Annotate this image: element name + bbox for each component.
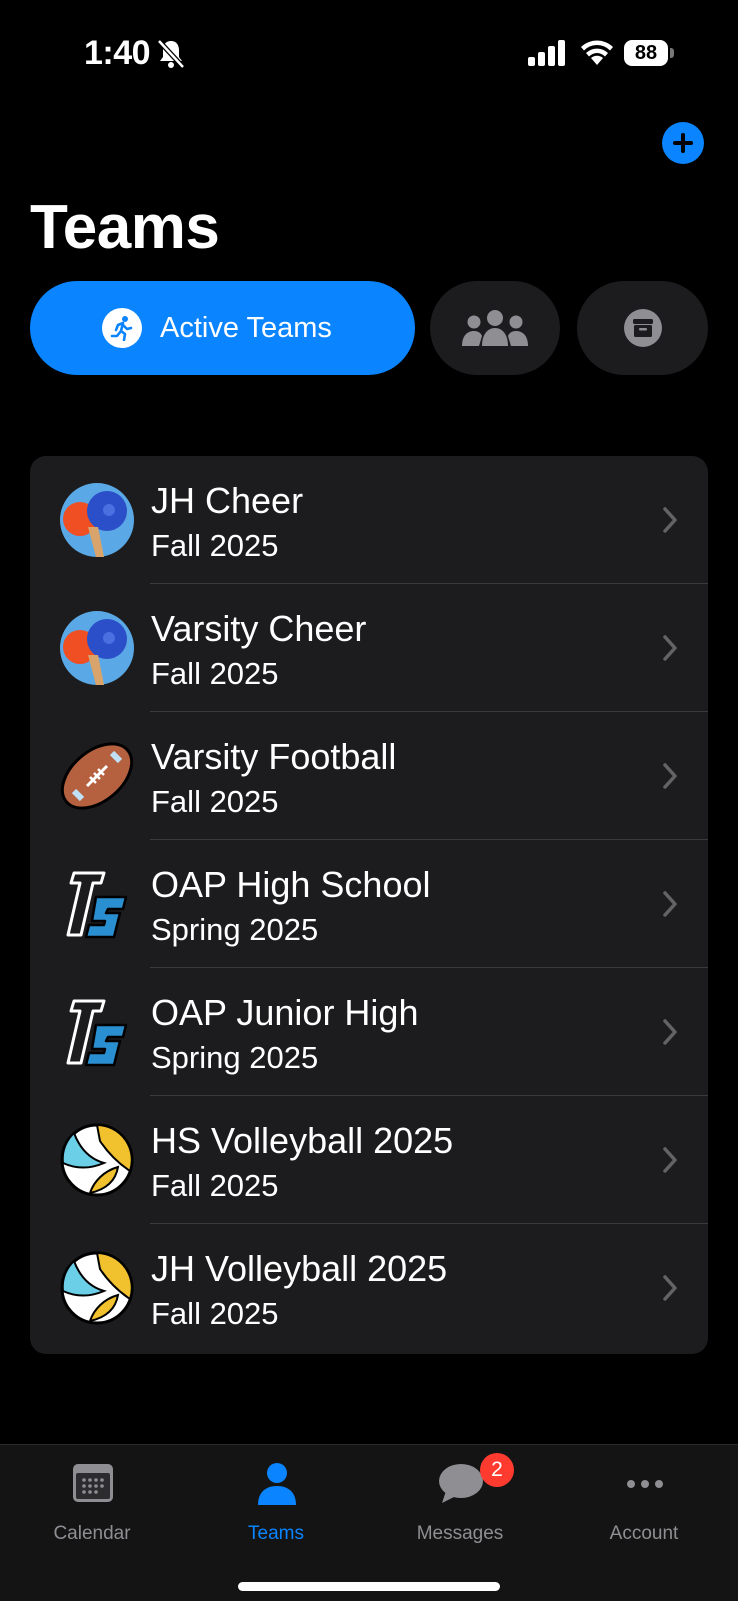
team-row-oap-junior-high[interactable]: OAP Junior High Spring 2025 bbox=[30, 968, 708, 1096]
active-teams-label: Active Teams bbox=[160, 311, 332, 344]
wifi-icon bbox=[581, 40, 613, 65]
team-season: Fall 2025 bbox=[151, 1168, 279, 1203]
team-season: Fall 2025 bbox=[151, 656, 279, 691]
archived-teams-filter-button[interactable] bbox=[577, 281, 708, 375]
team-name: JH Volleyball 2025 bbox=[151, 1248, 448, 1289]
tab-teams-label: Teams bbox=[248, 1523, 304, 1544]
football-icon bbox=[60, 742, 134, 810]
tab-messages[interactable]: Messages bbox=[368, 1445, 552, 1555]
team-name: JH Cheer bbox=[151, 480, 304, 521]
team-list: JH Cheer Fall 2025 Varsity Cheer Fall 20… bbox=[30, 456, 708, 1354]
team-season: Spring 2025 bbox=[151, 912, 319, 947]
ts-logo-icon bbox=[66, 999, 128, 1067]
team-season: Fall 2025 bbox=[151, 1296, 279, 1331]
page-title: Teams bbox=[30, 193, 220, 262]
chevron-right-icon bbox=[663, 635, 677, 661]
team-row-hs-volleyball[interactable]: HS Volleyball 2025 Fall 2025 bbox=[30, 1096, 708, 1224]
battery-indicator: 88 bbox=[624, 40, 676, 68]
person-icon bbox=[258, 1463, 296, 1505]
chevron-right-icon bbox=[663, 1019, 677, 1045]
tab-calendar[interactable]: Calendar bbox=[0, 1445, 184, 1555]
team-season: Spring 2025 bbox=[151, 1040, 319, 1075]
tab-bar: Calendar Teams Messages Account 2 bbox=[0, 1444, 738, 1601]
running-person-icon-badge bbox=[102, 308, 142, 348]
team-row-varsity-football[interactable]: Varsity Football Fall 2025 bbox=[30, 712, 708, 840]
add-team-button[interactable] bbox=[662, 122, 704, 164]
volleyball-icon bbox=[60, 1123, 134, 1197]
team-name: Varsity Cheer bbox=[151, 608, 367, 649]
team-row-varsity-cheer[interactable]: Varsity Cheer Fall 2025 bbox=[30, 584, 708, 712]
more-dots-icon bbox=[627, 1480, 663, 1488]
battery-level: 88 bbox=[624, 40, 668, 66]
team-row-jh-cheer[interactable]: JH Cheer Fall 2025 bbox=[30, 456, 708, 584]
group-teams-filter-button[interactable] bbox=[430, 281, 560, 375]
people-group-icon bbox=[462, 310, 528, 346]
cheer-pompom-icon bbox=[60, 611, 134, 685]
status-bar: 1:40 88 bbox=[0, 0, 738, 110]
active-teams-filter-button[interactable]: Active Teams bbox=[30, 281, 415, 375]
chevron-right-icon bbox=[663, 507, 677, 533]
team-season: Fall 2025 bbox=[151, 528, 279, 563]
tab-calendar-label: Calendar bbox=[53, 1523, 131, 1544]
tab-account-label: Account bbox=[609, 1523, 679, 1544]
battery-nub bbox=[670, 48, 674, 58]
archive-box-icon bbox=[623, 309, 662, 347]
tab-messages-label: Messages bbox=[416, 1523, 504, 1544]
chevron-right-icon bbox=[663, 1147, 677, 1173]
tab-account[interactable]: Account bbox=[552, 1445, 736, 1555]
chevron-right-icon bbox=[663, 891, 677, 917]
plus-icon bbox=[673, 133, 693, 153]
team-row-jh-volleyball[interactable]: JH Volleyball 2025 Fall 2025 bbox=[30, 1224, 708, 1352]
cheer-pompom-icon bbox=[60, 483, 134, 557]
bell-muted-icon bbox=[157, 39, 185, 69]
running-person-icon bbox=[110, 316, 133, 341]
team-season: Fall 2025 bbox=[151, 784, 279, 819]
home-indicator[interactable] bbox=[238, 1582, 500, 1591]
cellular-signal-icon bbox=[528, 40, 565, 66]
chevron-right-icon bbox=[663, 763, 677, 789]
team-name: HS Volleyball 2025 bbox=[151, 1120, 454, 1161]
team-name: Varsity Football bbox=[151, 736, 397, 777]
team-name: OAP Junior High bbox=[151, 992, 419, 1033]
status-time: 1:40 bbox=[84, 34, 151, 72]
calendar-icon bbox=[73, 1464, 113, 1502]
volleyball-icon bbox=[60, 1251, 134, 1325]
team-row-oap-high-school[interactable]: OAP High School Spring 2025 bbox=[30, 840, 708, 968]
team-name: OAP High School bbox=[151, 864, 431, 905]
ts-logo-icon bbox=[66, 871, 128, 939]
chevron-right-icon bbox=[663, 1275, 677, 1301]
messages-badge: 2 bbox=[480, 1453, 514, 1487]
tab-teams[interactable]: Teams bbox=[184, 1445, 368, 1555]
chat-bubble-icon bbox=[439, 1464, 483, 1503]
